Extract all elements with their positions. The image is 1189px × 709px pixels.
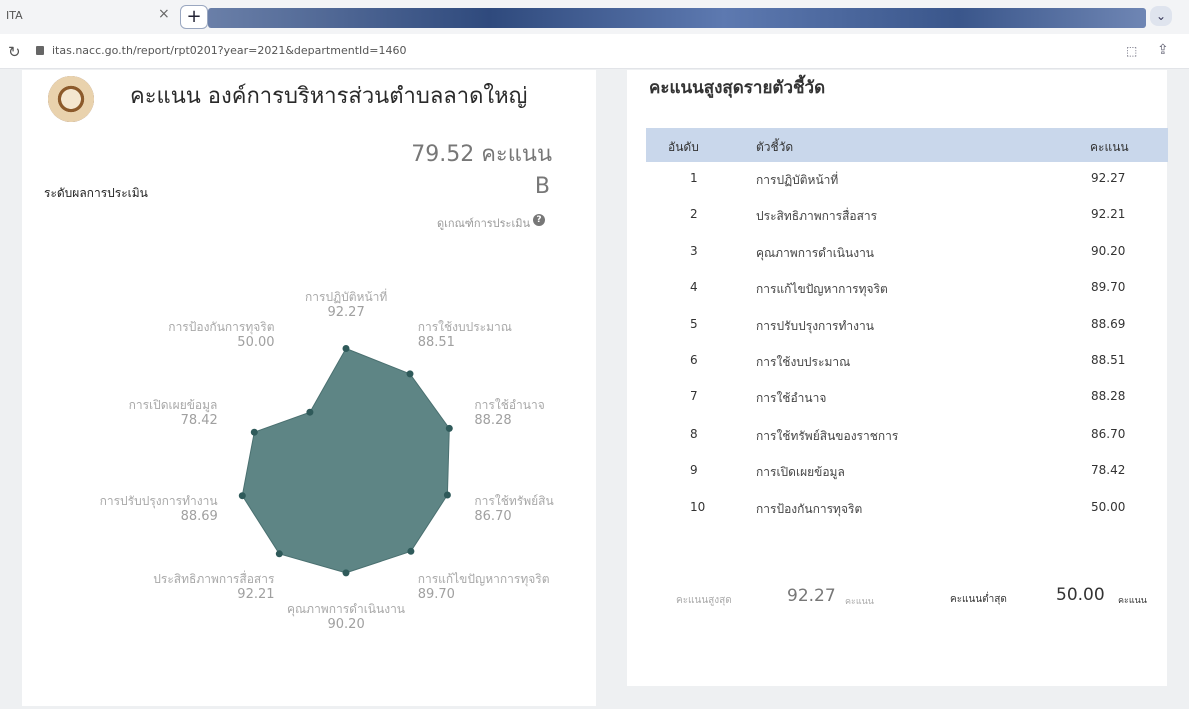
radar-point[interactable] <box>407 547 415 555</box>
max-score-label: คะแนนสูงสุด <box>676 595 732 606</box>
score-cell: 86.70 <box>1091 427 1126 441</box>
table-row: 6 การใช้งบประมาณ 88.51 <box>646 344 1168 380</box>
radar-area <box>241 347 450 574</box>
translate-icon[interactable]: ⬚ <box>1126 44 1137 58</box>
radar-point[interactable] <box>443 491 451 499</box>
table-row: 10 การป้องกันการทุจริต 50.00 <box>646 491 1168 527</box>
max-score-value: 92.27 <box>787 586 836 606</box>
radar-value-label: 88.69 <box>180 509 218 525</box>
table-row: 5 การปรับปรุงการทำงาน 88.69 <box>646 308 1168 344</box>
radar-value-label: 78.42 <box>180 412 218 428</box>
indicator-cell: คุณภาพการดำเนินงาน <box>756 246 875 260</box>
radar-value-label: 50.00 <box>237 334 275 350</box>
rank-cell: 2 <box>690 207 698 221</box>
table-row: 1 การปฏิบัติหน้าที่ 92.27 <box>646 162 1168 198</box>
indicator-cell: การแก้ไขปัญหาการทุจริต <box>756 282 888 296</box>
indicator-cell: การใช้ทรัพย์สินของราชการ <box>756 429 899 443</box>
radar-point[interactable] <box>238 492 246 500</box>
table-row: 3 คุณภาพการดำเนินงาน 90.20 <box>646 235 1168 271</box>
rank-cell: 5 <box>690 317 698 331</box>
indicator-cell: การใช้งบประมาณ <box>756 355 851 369</box>
indicator-cell: ประสิทธิภาพการสื่อสาร <box>756 209 878 223</box>
rank-cell: 8 <box>690 427 698 441</box>
radar-point[interactable] <box>342 569 350 577</box>
radar-point[interactable] <box>306 408 314 416</box>
radar-point[interactable] <box>445 424 453 432</box>
column-header-score: คะแนน <box>1090 140 1129 154</box>
top-indicators-title: คะแนนสูงสุดรายตัวชี้วัด <box>649 78 826 98</box>
column-header-rank: อันดับ <box>668 140 699 154</box>
score-cell: 90.20 <box>1091 244 1126 258</box>
indicator-cell: การป้องกันการทุจริต <box>756 502 863 516</box>
score-cell: 50.00 <box>1091 500 1126 514</box>
indicator-cell: การใช้อำนาจ <box>756 391 827 405</box>
radar-value-label: 89.70 <box>417 587 455 603</box>
radar-value-label: 92.21 <box>237 587 275 603</box>
score-cell: 92.27 <box>1091 171 1126 185</box>
rank-cell: 4 <box>690 280 698 294</box>
column-header-indicator: ตัวชี้วัด <box>756 140 794 154</box>
rank-cell: 10 <box>690 500 706 514</box>
rank-cell: 9 <box>690 463 698 477</box>
radar-value-label: 88.51 <box>417 334 455 350</box>
indicator-cell: การปฏิบัติหน้าที่ <box>756 173 839 187</box>
radar-point[interactable] <box>406 370 414 378</box>
table-row: 9 การเปิดเผยข้อมูล 78.42 <box>646 454 1168 490</box>
table-row: 4 การแก้ไขปัญหาการทุจริต 89.70 <box>646 271 1168 307</box>
radar-value-label: 90.20 <box>327 617 365 632</box>
radar-value-label: 88.28 <box>474 412 512 428</box>
table-row: 7 การใช้อำนาจ 88.28 <box>646 380 1168 416</box>
radar-value-label: 92.27 <box>327 305 365 320</box>
rank-cell: 3 <box>690 244 698 258</box>
radar-point[interactable] <box>250 428 258 436</box>
rank-cell: 6 <box>690 353 698 367</box>
score-cell: 88.51 <box>1091 353 1126 367</box>
radar-point[interactable] <box>275 550 283 558</box>
score-cell: 92.21 <box>1091 207 1126 221</box>
radar-value-label: 86.70 <box>474 509 512 525</box>
rank-cell: 7 <box>690 389 698 403</box>
score-cell: 78.42 <box>1091 463 1126 477</box>
tab-menu-icon[interactable]: ⌄ <box>1150 6 1172 26</box>
min-score-unit: คะแนน <box>1118 596 1147 606</box>
indicator-cell: การปรับปรุงการทำงาน <box>756 319 874 333</box>
rank-cell: 1 <box>690 171 698 185</box>
share-icon[interactable]: ⇪ <box>1157 42 1169 58</box>
score-cell: 88.28 <box>1091 389 1126 403</box>
indicator-cell: การเปิดเผยข้อมูล <box>756 465 845 479</box>
score-cell: 89.70 <box>1091 280 1126 294</box>
min-score-label: คะแนนต่ำสุด <box>950 594 1007 605</box>
score-cell: 88.69 <box>1091 317 1126 331</box>
radar-point[interactable] <box>342 345 350 352</box>
table-row: 2 ประสิทธิภาพการสื่อสาร 92.21 <box>646 198 1168 234</box>
max-score-unit: คะแนน <box>845 597 874 607</box>
table-row: 8 การใช้ทรัพย์สินของราชการ 86.70 <box>646 418 1168 454</box>
min-score-value: 50.00 <box>1056 585 1105 605</box>
